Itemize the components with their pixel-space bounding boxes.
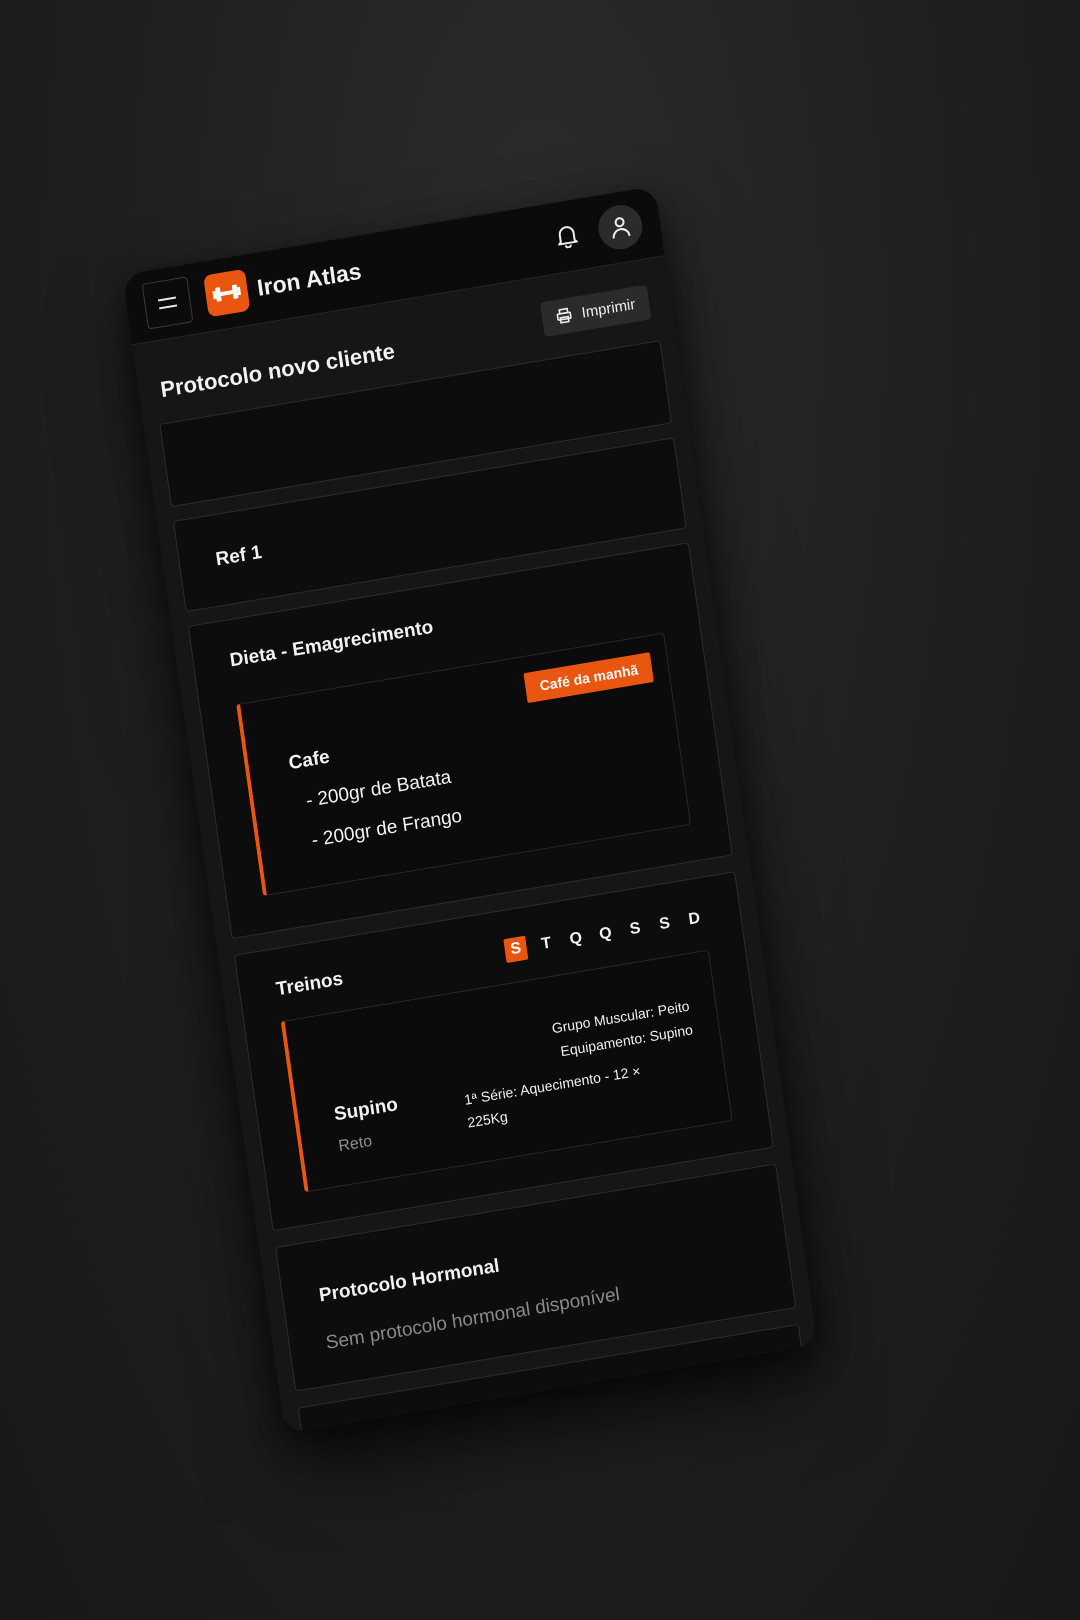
main-content: Protocolo novo cliente Imprimir Ref 1 Di… — [132, 256, 818, 1435]
print-label: Imprimir — [580, 295, 637, 322]
brand[interactable]: Iron Atlas — [203, 250, 364, 318]
bell-icon[interactable] — [551, 220, 583, 252]
phone-screen: Iron Atlas Protocolo novo cliente Imprim… — [122, 185, 818, 1435]
diet-card: Dieta - Emagrecimento Café da manhã Cafe… — [187, 542, 733, 940]
day-thu[interactable]: Q — [594, 921, 617, 948]
day-fri[interactable]: S — [624, 916, 647, 943]
day-sat[interactable]: S — [653, 911, 676, 938]
training-title: Treinos — [274, 968, 345, 1001]
user-icon[interactable] — [595, 201, 646, 253]
day-tue[interactable]: T — [535, 931, 558, 958]
day-wed[interactable]: Q — [564, 926, 587, 953]
print-button[interactable]: Imprimir — [539, 284, 652, 337]
others-title: Outros Compostos — [340, 1375, 771, 1434]
compound-card[interactable] — [346, 1420, 787, 1435]
exercise-variant: Reto — [337, 1132, 374, 1156]
dumbbell-icon — [203, 268, 251, 318]
hamburger-icon[interactable] — [141, 276, 194, 330]
day-sun[interactable]: D — [683, 906, 706, 933]
meal-card[interactable]: Café da manhã Cafe - 200gr de Batata - 2… — [236, 632, 692, 897]
printer-icon — [556, 307, 572, 324]
app-name: Iron Atlas — [255, 257, 363, 301]
exercise-name: Supino — [332, 1094, 400, 1126]
day-mon[interactable]: S — [503, 935, 529, 964]
ref-title: Ref 1 — [214, 541, 264, 571]
